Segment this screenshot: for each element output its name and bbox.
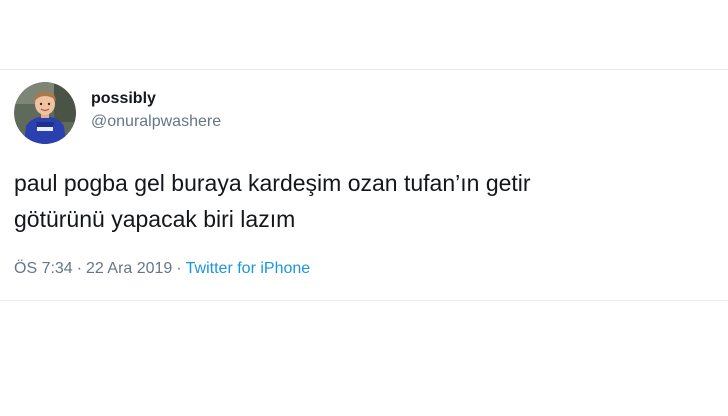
tweet-text-line: paul pogba gel buraya kardeşim ozan tufa… (14, 170, 531, 196)
tweet-time[interactable]: ÖS 7:34 (14, 260, 73, 277)
tweet-meta: ÖS 7:34 · 22 Ara 2019 · Twitter for iPhone (14, 258, 310, 280)
tweet-text: paul pogba gel buraya kardeşim ozan tufa… (14, 165, 714, 237)
meta-separator: · (76, 260, 83, 277)
tweet-date[interactable]: 22 Ara 2019 (86, 260, 172, 277)
tweet-header: possibly @onuralpwashere (14, 82, 221, 144)
author-handle[interactable]: @onuralpwashere (91, 111, 221, 133)
author-names: possibly @onuralpwashere (91, 90, 221, 133)
tweet-card: possibly @onuralpwashere paul pogba gel … (0, 69, 728, 301)
avatar[interactable] (14, 82, 76, 144)
meta-separator: · (176, 260, 182, 277)
tweet-text-line: götürünü yapacak biri lazım (14, 206, 296, 232)
tweet-source-link[interactable]: Twitter for iPhone (186, 260, 311, 277)
author-display-name[interactable]: possibly (91, 89, 221, 109)
